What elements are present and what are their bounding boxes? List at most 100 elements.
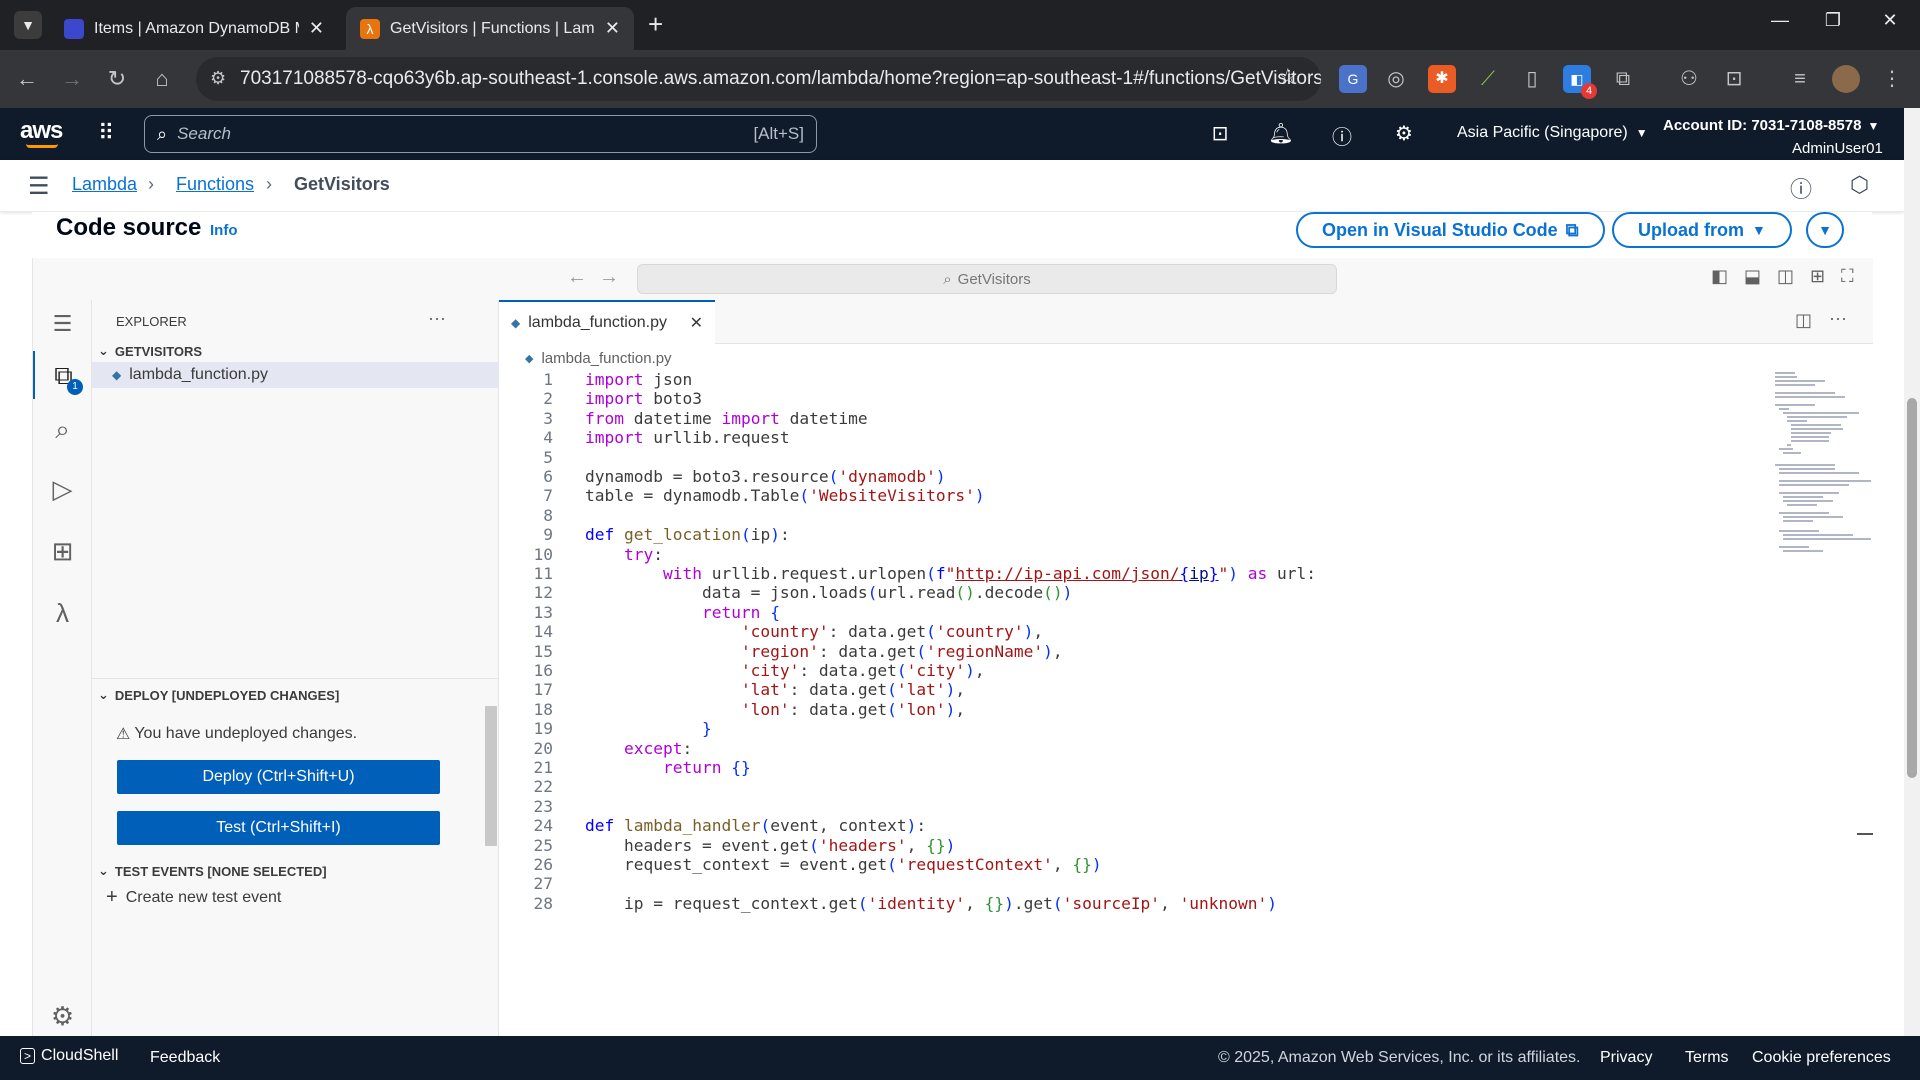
browser-tab-dynamodb[interactable]: Items | Amazon DynamoDB Ma ✕	[50, 7, 338, 50]
extensions-icon[interactable]: ⊞	[33, 527, 92, 575]
aws-search-input[interactable]: ⌕ Search [Alt+S]	[144, 115, 817, 153]
split-editor-icon[interactable]: ◫	[1795, 310, 1812, 331]
more-actions-icon[interactable]: ▼	[1806, 212, 1844, 248]
code-line[interactable]: 16 'city': data.get('city'),	[499, 661, 1759, 680]
new-tab-icon[interactable]: +	[648, 9, 663, 40]
privacy-link[interactable]: Privacy	[1600, 1049, 1652, 1067]
nav-back-icon[interactable]: ←	[567, 266, 587, 289]
nav-forward-icon[interactable]: →	[599, 266, 619, 289]
close-tab-icon[interactable]: ✕	[309, 18, 324, 39]
application-menu-icon[interactable]: ☰	[33, 300, 92, 348]
code-line[interactable]: 20 except:	[499, 739, 1759, 758]
page-scrollbar-thumb[interactable]	[1907, 398, 1917, 778]
code-line[interactable]: 6 dynamodb = boto3.resource('dynamodb')	[499, 467, 1759, 486]
code-line[interactable]: 1 import json	[499, 370, 1759, 389]
cloudshell-icon[interactable]: ⊡	[1206, 121, 1234, 146]
upload-from-button[interactable]: Upload from ▼	[1612, 212, 1792, 248]
code-line[interactable]: 14 'country': data.get('country'),	[499, 622, 1759, 641]
badge-extension-icon[interactable]: ◧ 4	[1563, 65, 1597, 99]
extensions-puzzle-icon[interactable]: ⧉	[1609, 65, 1637, 93]
tab-search-icon[interactable]: ▼	[14, 11, 42, 39]
address-bar[interactable]: ⚙ 703171088578-cqo63y6b.ap-southeast-1.c…	[196, 57, 1321, 101]
translate-extension-icon[interactable]: G	[1339, 65, 1367, 93]
cloudshell-link[interactable]: > CloudShell	[20, 1047, 118, 1065]
code-line[interactable]: 25 headers = event.get('headers', {})	[499, 836, 1759, 855]
editor-more-icon[interactable]: ···	[1829, 308, 1847, 329]
close-tab-icon[interactable]: ✕	[605, 18, 620, 39]
page-scrollbar[interactable]	[1904, 108, 1920, 1036]
reload-icon[interactable]: ↻	[102, 66, 132, 92]
minimize-icon[interactable]: —	[1760, 10, 1800, 31]
media-icon[interactable]: ≡	[1786, 65, 1814, 93]
command-center[interactable]: ⌕ GetVisitors	[637, 264, 1337, 294]
close-tab-icon[interactable]: ✕	[690, 313, 703, 333]
code-line[interactable]: 28 ip = request_context.get('identity', …	[499, 894, 1759, 913]
close-window-icon[interactable]: ✕	[1870, 10, 1910, 31]
feedback-link[interactable]: Feedback	[150, 1049, 220, 1067]
side-nav-menu-icon[interactable]: ☰	[28, 172, 50, 201]
code-line[interactable]: 19 }	[499, 719, 1759, 738]
customize-layout-icon[interactable]: ⊞	[1810, 266, 1825, 287]
help-icon[interactable]: ⓘ	[1328, 121, 1356, 150]
lambda-icon[interactable]: λ	[33, 589, 92, 637]
pen-extension-icon[interactable]: ⟋	[1474, 65, 1502, 93]
aws-logo[interactable]: aws	[20, 117, 63, 145]
colorful-extension-icon[interactable]: ✱	[1428, 65, 1456, 93]
toggle-secondary-sidebar-icon[interactable]: ◫	[1777, 266, 1794, 287]
create-test-event-link[interactable]: + Create new test event	[106, 886, 281, 909]
editor-breadcrumb[interactable]: ◆ lambda_function.py	[525, 350, 672, 367]
profile-avatar[interactable]	[1832, 65, 1860, 93]
screenshot-icon[interactable]: ⊡	[1720, 65, 1748, 93]
folder-getvisitors[interactable]: ⌄ GETVISITORS	[92, 340, 499, 362]
back-icon[interactable]: ←	[12, 66, 42, 92]
cookie-preferences-link[interactable]: Cookie preferences	[1752, 1049, 1891, 1067]
code-line[interactable]: 15 'region': data.get('regionName'),	[499, 642, 1759, 661]
code-minimap[interactable]	[1771, 370, 1875, 650]
code-line[interactable]: 2 import boto3	[499, 389, 1759, 408]
info-link[interactable]: Info	[210, 222, 238, 239]
code-line[interactable]: 24 def lambda_handler(event, context):	[499, 816, 1759, 835]
code-line[interactable]: 12 data = json.loads(url.read().decode()…	[499, 583, 1759, 602]
region-selector[interactable]: Asia Pacific (Singapore) ▼	[1457, 124, 1648, 142]
code-line[interactable]: 13 return {	[499, 603, 1759, 622]
code-line[interactable]: 9 def get_location(ip):	[499, 525, 1759, 544]
breadcrumb-lambda[interactable]: Lambda	[72, 174, 137, 195]
info-panel-icon[interactable]: ⓘ	[1790, 172, 1812, 204]
deploy-button[interactable]: Deploy (Ctrl+Shift+U)	[117, 760, 440, 794]
toggle-sidebar-icon[interactable]: ◧	[1711, 266, 1728, 287]
breadcrumb-functions[interactable]: Functions	[176, 174, 254, 195]
code-line[interactable]: 3 from datetime import datetime	[499, 409, 1759, 428]
editor-tab-lambda-function[interactable]: ◆ lambda_function.py ✕	[499, 300, 715, 344]
forward-icon[interactable]: →	[57, 66, 87, 92]
chrome-menu-icon[interactable]: ⋮	[1878, 65, 1906, 93]
notifications-bell-icon[interactable]: 🔔︎	[1267, 121, 1295, 146]
deploy-section-header[interactable]: ⌄ DEPLOY [UNDEPLOYED CHANGES]	[92, 684, 499, 706]
device-extension-icon[interactable]: ▯	[1518, 65, 1546, 93]
code-line[interactable]: 7 table = dynamodb.Table('WebsiteVisitors…	[499, 486, 1759, 505]
explorer-files-icon[interactable]: ⧉ 1	[33, 351, 92, 399]
account-menu[interactable]: Account ID: 7031-7108-8578 ▼	[1663, 117, 1879, 134]
browser-tab-lambda[interactable]: λ GetVisitors | Functions | Lambda ✕	[346, 7, 634, 50]
code-line[interactable]: 26 request_context = event.get('requestC…	[499, 855, 1759, 874]
services-grid-icon[interactable]: ⠿	[98, 120, 114, 146]
settings-gear-icon[interactable]: ⚙	[1390, 121, 1418, 146]
code-line[interactable]: 18 'lon': data.get('lon'),	[499, 700, 1759, 719]
settings-gear-icon[interactable]: ⚙	[33, 997, 92, 1035]
code-line[interactable]: 5	[499, 448, 1759, 467]
code-line[interactable]: 11 with urllib.request.urlopen(f"http://…	[499, 564, 1759, 583]
bookmark-star-icon[interactable]: ☆	[1278, 64, 1298, 90]
code-line[interactable]: 17 'lat': data.get('lat'),	[499, 680, 1759, 699]
terms-link[interactable]: Terms	[1685, 1049, 1729, 1067]
sidebar-scrollbar[interactable]	[485, 706, 497, 846]
test-button[interactable]: Test (Ctrl+Shift+I)	[117, 811, 440, 845]
restore-icon[interactable]: ❐	[1813, 10, 1853, 31]
fullscreen-icon[interactable]: ⛶	[1841, 266, 1854, 287]
code-line[interactable]: 22	[499, 777, 1759, 796]
code-line[interactable]: 27	[499, 874, 1759, 893]
test-events-section-header[interactable]: ⌄ TEST EVENTS [NONE SELECTED]	[92, 860, 499, 882]
code-line[interactable]: 23	[499, 797, 1759, 816]
code-line[interactable]: 4 import urllib.request	[499, 428, 1759, 447]
home-icon[interactable]: ⌂	[147, 66, 177, 92]
search-icon[interactable]: ⌕	[33, 405, 92, 453]
toggle-panel-icon[interactable]: ⬓	[1744, 266, 1761, 287]
